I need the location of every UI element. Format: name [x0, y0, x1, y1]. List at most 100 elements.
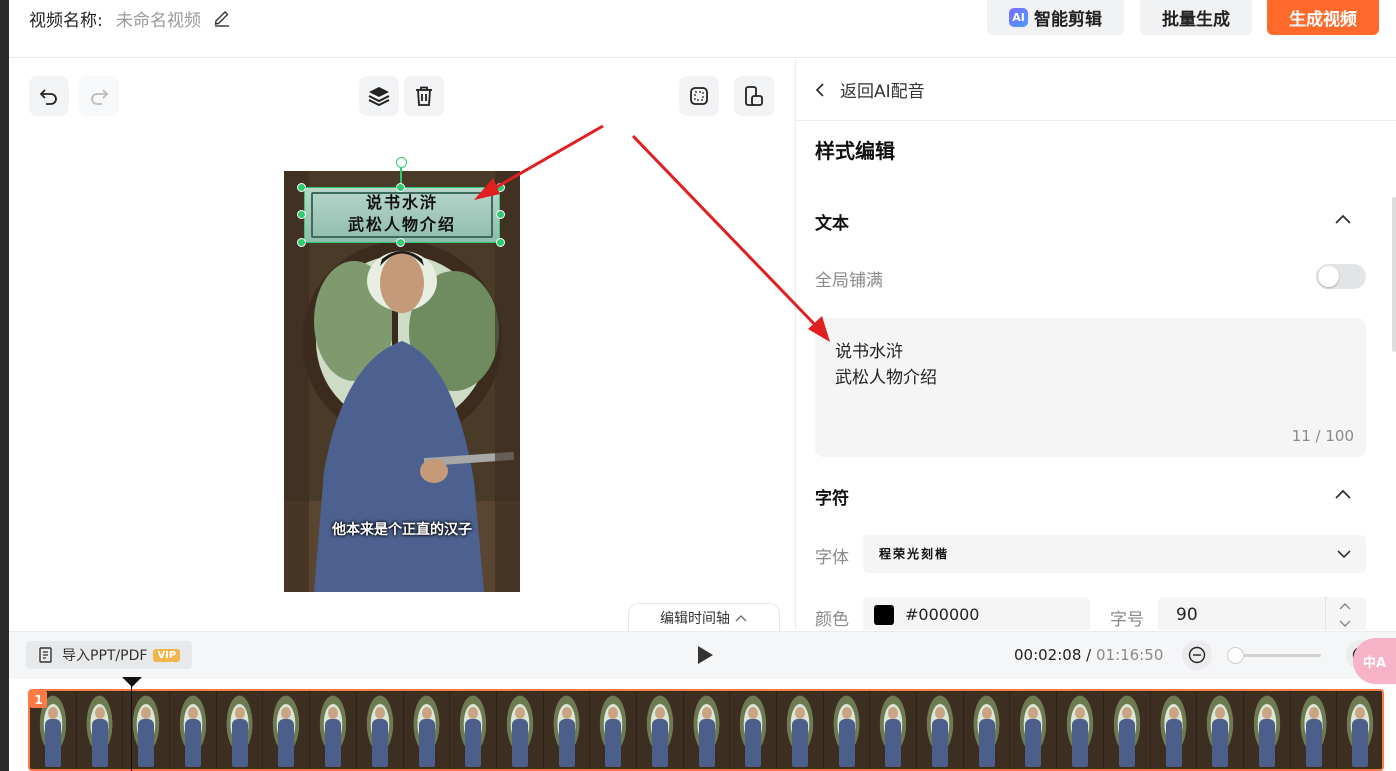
edit-timeline-label: 编辑时间轴: [660, 610, 730, 627]
font-value: 程荣光刻楷: [879, 547, 950, 561]
layout-button[interactable]: [734, 76, 774, 116]
resize-handle[interactable]: [496, 183, 505, 192]
track-frame: [870, 691, 918, 769]
track-frame: [1057, 691, 1104, 769]
track-frame: [777, 691, 824, 769]
track-frame: [1150, 691, 1198, 769]
play-icon[interactable]: [694, 644, 716, 666]
track-frame: [496, 691, 544, 769]
chevron-up-icon[interactable]: [1334, 488, 1352, 500]
total-time: 01:16:50: [1096, 646, 1164, 664]
document-icon: [39, 647, 52, 663]
track-frame: [450, 691, 497, 769]
fill-all-toggle[interactable]: [1316, 264, 1366, 289]
import-ppt-pdf-button[interactable]: 导入PPT/PDF VIP: [26, 641, 193, 669]
track-frame: [1290, 691, 1338, 769]
layers-icon: [368, 87, 390, 107]
font-size-value: 90: [1176, 605, 1198, 625]
resize-handle[interactable]: [396, 183, 405, 192]
track-frame: [403, 691, 451, 769]
chevron-left-icon: [815, 82, 824, 97]
back-to-ai-voice-button[interactable]: 返回AI配音: [814, 77, 925, 102]
increase-icon[interactable]: [1338, 601, 1352, 611]
track-frame: [1243, 691, 1291, 769]
decrease-icon[interactable]: [1338, 619, 1352, 629]
video-subtitle: 他本来是个正直的汉子: [332, 522, 472, 538]
crop-button[interactable]: [679, 76, 719, 116]
video-name-value[interactable]: 未命名视频: [116, 6, 201, 31]
smart-edit-label: 智能剪辑: [1034, 10, 1102, 30]
chevron-up-icon[interactable]: [1334, 213, 1352, 225]
delete-button[interactable]: [404, 76, 444, 116]
size-label: 字号: [1110, 610, 1144, 630]
top-header: 视频名称: 未命名视频 AI 智能剪辑 批量生成 生成视频: [9, 0, 1396, 58]
ai-icon: AI: [1009, 8, 1028, 27]
zoom-out-icon: [1188, 646, 1206, 664]
trash-icon: [416, 86, 432, 106]
timeline: 1: [9, 677, 1396, 771]
color-value: #000000: [905, 605, 980, 624]
color-picker[interactable]: #000000: [863, 597, 1090, 630]
rotate-handle[interactable]: [396, 157, 407, 168]
track-frame: [1103, 691, 1151, 769]
vip-badge: VIP: [153, 648, 181, 662]
video-name-label: 视频名称:: [29, 11, 103, 31]
char-counter: 11 / 100: [1291, 427, 1354, 445]
translate-floating-button[interactable]: 中A: [1353, 638, 1396, 684]
resize-handle[interactable]: [496, 210, 505, 219]
track-frame: [543, 691, 591, 769]
track-frame: [823, 691, 871, 769]
playhead-marker[interactable]: [122, 677, 142, 687]
video-track[interactable]: [28, 689, 1384, 771]
layout-icon: [745, 86, 763, 106]
resize-handle[interactable]: [297, 183, 306, 192]
time-display: 00:02:08 / 01:16:50: [1014, 646, 1163, 664]
resize-handle[interactable]: [297, 210, 306, 219]
generate-video-button[interactable]: 生成视频: [1267, 0, 1379, 35]
resize-handle[interactable]: [297, 238, 306, 247]
chevron-down-icon: [1337, 550, 1351, 559]
panel-scrollbar[interactable]: [1392, 197, 1396, 352]
track-frame: [216, 691, 264, 769]
track-frame: [1337, 691, 1382, 769]
toggle-knob: [1318, 266, 1339, 287]
pencil-icon[interactable]: [212, 7, 232, 27]
divider: [796, 120, 1396, 121]
track-frame: [1010, 691, 1058, 769]
resize-handle[interactable]: [496, 238, 505, 247]
track-frame: [963, 691, 1011, 769]
track-frame: [170, 691, 217, 769]
color-label: 颜色: [815, 610, 849, 630]
track-frame: [76, 691, 124, 769]
stepper-divider: [1325, 597, 1326, 630]
font-label: 字体: [815, 548, 849, 568]
chevron-up-icon: [735, 614, 747, 622]
char-section-title: 字符: [815, 489, 849, 509]
track-frame: [356, 691, 404, 769]
batch-generate-button[interactable]: 批量生成: [1140, 0, 1252, 35]
title-text: 说书水浒 武松人物介绍: [347, 193, 456, 234]
redo-button[interactable]: [79, 76, 119, 116]
back-label: 返回AI配音: [840, 82, 925, 102]
font-select[interactable]: 程荣光刻楷: [863, 535, 1366, 573]
text-content-input[interactable]: 说书水浒 武松人物介绍 11 / 100: [815, 318, 1366, 457]
style-panel: 返回AI配音 样式编辑 文本 全局铺满 说书水浒 武松人物介绍 11 / 100…: [795, 59, 1396, 630]
undo-button[interactable]: [29, 76, 69, 116]
playhead-line[interactable]: [131, 677, 132, 771]
track-frame: [636, 691, 684, 769]
style-edit-title: 样式编辑: [815, 139, 895, 163]
title-text-box[interactable]: 说书水浒 武松人物介绍: [304, 187, 500, 243]
edit-timeline-tab[interactable]: 编辑时间轴: [628, 603, 780, 631]
track-frame: [730, 691, 777, 769]
current-time: 00:02:08: [1014, 646, 1082, 664]
zoom-slider-knob[interactable]: [1227, 647, 1244, 664]
layers-button[interactable]: [359, 76, 399, 116]
undo-icon: [39, 89, 57, 105]
import-label: 导入PPT/PDF: [62, 648, 148, 664]
smart-edit-button[interactable]: AI 智能剪辑: [987, 0, 1124, 35]
zoom-out-button[interactable]: [1182, 640, 1212, 670]
resize-handle[interactable]: [396, 238, 405, 247]
track-number-badge: 1: [30, 691, 47, 708]
track-frame: [263, 691, 311, 769]
font-size-stepper[interactable]: 90: [1158, 597, 1366, 630]
